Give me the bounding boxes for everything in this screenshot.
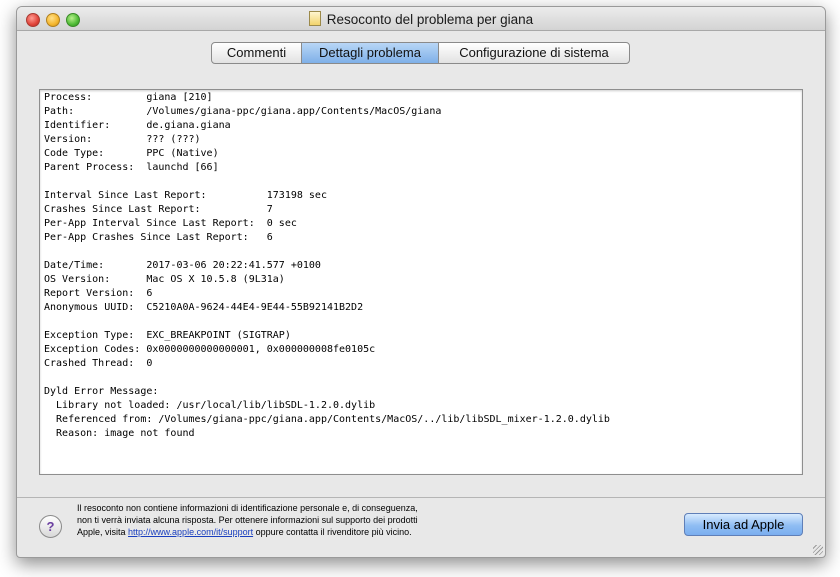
tab-dettagli-problema[interactable]: Dettagli problema [302, 43, 439, 63]
title-bar: Resoconto del problema per giana [17, 7, 825, 31]
footer-divider [17, 497, 825, 498]
document-icon [308, 11, 321, 26]
help-icon: ? [46, 519, 55, 534]
tab-configurazione-di-sistema[interactable]: Configurazione di sistema [439, 43, 629, 63]
help-button[interactable]: ? [39, 515, 62, 538]
apple-support-link[interactable]: http://www.apple.com/it/support [128, 527, 253, 537]
privacy-notice-line-1: Il resoconto non contiene informazioni d… [77, 503, 418, 513]
privacy-notice-prefix: Apple, visita [77, 527, 129, 537]
problem-details-text: Process: giana [210] Path: /Volumes/gian… [44, 92, 610, 439]
resize-grip[interactable] [813, 545, 823, 555]
privacy-notice: Il resoconto non contiene informazioni d… [77, 502, 497, 538]
crash-report-window: Resoconto del problema per giana Comment… [16, 6, 826, 558]
window-title: Resoconto del problema per giana [326, 12, 534, 27]
privacy-notice-suffix: oppure contatta il rivenditore più vicin… [253, 527, 412, 537]
send-to-apple-button[interactable]: Invia ad Apple [684, 513, 803, 536]
privacy-notice-line-3: Apple, visita http://www.apple.com/it/su… [77, 526, 497, 538]
tab-bar: Commenti Dettagli problema Configurazion… [211, 42, 630, 64]
window-title-area: Resoconto del problema per giana [17, 11, 825, 27]
privacy-notice-line-2: non ti verrà inviata alcuna risposta. Pe… [77, 515, 418, 525]
problem-details-textarea[interactable]: Process: giana [210] Path: /Volumes/gian… [39, 89, 803, 475]
tab-commenti[interactable]: Commenti [212, 43, 302, 63]
